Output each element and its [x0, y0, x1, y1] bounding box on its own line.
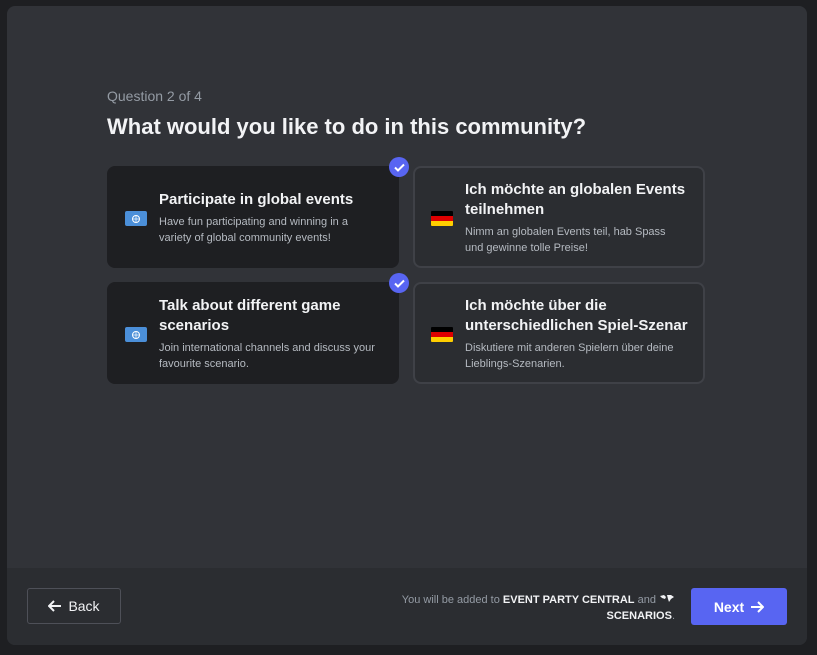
channel-name-event-party-central: EVENT PARTY CENTRAL — [502, 594, 635, 606]
channel-join-notice: You will be added to EVENT PARTY CENTRAL… — [375, 592, 675, 624]
option-description: Diskutiere mit anderen Spielern über dei… — [465, 342, 674, 370]
next-button-label: Next — [713, 598, 745, 615]
germany-flag-icon — [431, 327, 453, 342]
option-description: Have fun participating and winning in a … — [159, 216, 348, 244]
arrow-left-icon — [48, 600, 62, 612]
world-map-icon — [660, 595, 674, 602]
notice-suffix: . — [671, 610, 675, 622]
option-label: Talk about different game scenarios — [159, 297, 341, 334]
modal-footer: Back You will be added to EVENT PARTY CE… — [7, 568, 807, 645]
germany-flag-icon — [431, 211, 453, 226]
un-flag-icon — [125, 211, 147, 226]
question-title: What would you like to do in this commun… — [107, 114, 587, 139]
un-flag-icon — [125, 327, 147, 342]
option-card-globale-events-teilnehmen[interactable]: Ich möchte an globalen Events teilnehmen… — [413, 166, 705, 268]
notice-prefix: You will be added to — [401, 594, 500, 606]
notice-and: and — [637, 594, 656, 606]
back-button-label: Back — [68, 598, 100, 614]
arrow-right-icon — [751, 600, 765, 613]
next-button[interactable]: Next — [691, 588, 787, 625]
option-label: Ich möchte an globalen Events teilnehmen — [465, 181, 686, 218]
back-button[interactable]: Back — [27, 588, 121, 624]
checkmark-icon — [389, 273, 409, 293]
option-label: Participate in global events — [159, 191, 354, 208]
checkmark-icon — [389, 157, 409, 177]
question-counter: Question 2 of 4 — [107, 88, 202, 104]
option-card-spiel-szenarien[interactable]: Ich möchte über die unterschiedlichen Sp… — [413, 282, 705, 384]
onboarding-modal: Question 2 of 4 What would you like to d… — [7, 6, 807, 645]
option-label: Ich möchte über die unterschiedlichen Sp… — [465, 297, 688, 334]
option-description: Nimm an globalen Events teil, hab Spass … — [465, 226, 666, 254]
option-card-participate-global-events[interactable]: Participate in global events Have fun pa… — [107, 166, 399, 268]
channel-name-scenarios: SCENARIOS — [606, 610, 672, 622]
option-card-talk-game-scenarios[interactable]: Talk about different game scenarios Join… — [107, 282, 399, 384]
option-description: Join international channels and discuss … — [159, 342, 375, 370]
